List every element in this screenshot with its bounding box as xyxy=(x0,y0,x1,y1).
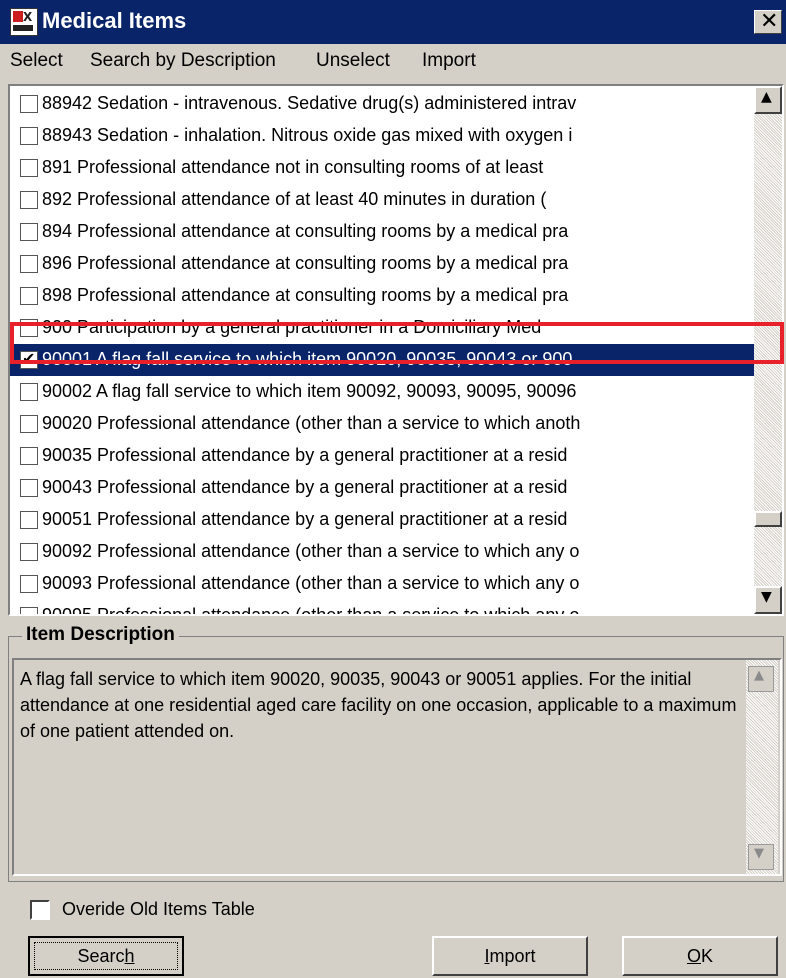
menu-select[interactable]: Select xyxy=(10,50,63,72)
item-checkbox[interactable] xyxy=(20,543,38,561)
description-scrollbar[interactable]: ▲ ▼ xyxy=(746,660,778,874)
import-button-label: Import xyxy=(484,946,536,966)
item-label: 90002 A flag fall service to which item … xyxy=(42,381,577,401)
list-item[interactable]: 90035 Professional attendance by a gener… xyxy=(10,440,754,472)
item-label: 90043 Professional attendance by a gener… xyxy=(42,477,568,497)
ok-button-label: OK xyxy=(686,946,714,966)
close-button[interactable]: ✕ xyxy=(754,9,782,34)
description-scroll-down-button[interactable]: ▼ xyxy=(748,844,774,870)
list-item[interactable]: 90020 Professional attendance (other tha… xyxy=(10,408,754,440)
item-label: 90095 Professional attendance (other tha… xyxy=(42,605,579,614)
app-logo-icon: X xyxy=(10,8,38,36)
scroll-thumb[interactable] xyxy=(754,511,782,527)
item-label: 88942 Sedation - intravenous. Sedative d… xyxy=(42,93,577,113)
item-description-text: A flag fall service to which item 90020,… xyxy=(20,669,737,741)
item-label: 90092 Professional attendance (other tha… xyxy=(42,541,580,561)
selection-highlight-outline xyxy=(10,322,784,364)
item-label: 892 Professional attendance of at least … xyxy=(42,189,547,209)
item-label: 891 Professional attendance not in consu… xyxy=(42,157,544,177)
list-item[interactable]: 90092 Professional attendance (other tha… xyxy=(10,536,754,568)
list-item[interactable]: 90043 Professional attendance by a gener… xyxy=(10,472,754,504)
list-item[interactable]: 892 Professional attendance of at least … xyxy=(10,184,754,216)
item-checkbox[interactable] xyxy=(20,479,38,497)
arrow-up-icon: ▲ xyxy=(754,668,764,683)
item-checkbox[interactable] xyxy=(20,383,38,401)
list-item[interactable]: 896 Professional attendance at consultin… xyxy=(10,248,754,280)
item-checkbox[interactable] xyxy=(20,575,38,593)
medical-items-window: X Medical Items ✕ Select Search by Descr… xyxy=(0,0,786,978)
list-item[interactable]: 90095 Professional attendance (other tha… xyxy=(10,600,754,614)
ok-button[interactable]: OK xyxy=(622,936,778,976)
window-title: Medical Items xyxy=(42,8,187,33)
override-label: Overide Old Items Table xyxy=(62,899,255,919)
item-checkbox[interactable] xyxy=(20,511,38,529)
list-item[interactable]: 88942 Sedation - intravenous. Sedative d… xyxy=(10,88,754,120)
arrow-up-icon: ▲ xyxy=(761,89,772,105)
close-icon: ✕ xyxy=(760,9,779,34)
list-item[interactable]: 894 Professional attendance at consultin… xyxy=(10,216,754,248)
list-item[interactable]: 90093 Professional attendance (other tha… xyxy=(10,568,754,600)
item-label: 898 Professional attendance at consultin… xyxy=(42,285,569,305)
item-label: 90020 Professional attendance (other tha… xyxy=(42,413,581,433)
override-old-items-checkbox[interactable]: Overide Old Items Table xyxy=(30,898,330,924)
list-item[interactable]: 891 Professional attendance not in consu… xyxy=(10,152,754,184)
list-item[interactable]: 90002 A flag fall service to which item … xyxy=(10,376,754,408)
item-checkbox[interactable] xyxy=(20,191,38,209)
item-checkbox[interactable] xyxy=(20,127,38,145)
item-checkbox[interactable] xyxy=(20,95,38,113)
arrow-down-icon: ▼ xyxy=(761,589,772,605)
item-checkbox[interactable] xyxy=(20,415,38,433)
item-checkbox[interactable] xyxy=(20,255,38,273)
item-label: 90035 Professional attendance by a gener… xyxy=(42,445,568,465)
menu-unselect[interactable]: Unselect xyxy=(316,50,390,72)
item-label: 90093 Professional attendance (other tha… xyxy=(42,573,580,593)
description-scroll-up-button[interactable]: ▲ xyxy=(748,666,774,692)
import-button[interactable]: Import xyxy=(432,936,588,976)
menu-import[interactable]: Import xyxy=(422,50,476,72)
list-item[interactable]: 88943 Sedation - inhalation. Nitrous oxi… xyxy=(10,120,754,152)
item-checkbox[interactable] xyxy=(20,447,38,465)
item-checkbox[interactable] xyxy=(20,287,38,305)
scroll-up-button[interactable]: ▲ xyxy=(754,86,782,114)
focus-rectangle xyxy=(34,942,178,970)
item-label: 896 Professional attendance at consultin… xyxy=(42,253,569,273)
item-checkbox[interactable] xyxy=(20,223,38,241)
list-item[interactable]: 898 Professional attendance at consultin… xyxy=(10,280,754,312)
menu-search-by-description[interactable]: Search by Description xyxy=(90,50,276,72)
item-checkbox[interactable] xyxy=(20,159,38,177)
menu-bar: Select Search by Description Unselect Im… xyxy=(0,44,786,80)
item-checkbox[interactable] xyxy=(20,607,38,614)
item-description-text-area[interactable]: A flag fall service to which item 90020,… xyxy=(12,658,782,876)
item-label: 894 Professional attendance at consultin… xyxy=(42,221,569,241)
item-label: 90051 Professional attendance by a gener… xyxy=(42,509,568,529)
scroll-down-button[interactable]: ▼ xyxy=(754,586,782,614)
item-label: 88943 Sedation - inhalation. Nitrous oxi… xyxy=(42,125,573,145)
search-button[interactable]: Search xyxy=(28,936,184,976)
list-item[interactable]: 90051 Professional attendance by a gener… xyxy=(10,504,754,536)
override-checkbox-box[interactable] xyxy=(30,900,50,920)
arrow-down-icon: ▼ xyxy=(754,846,764,861)
item-description-title: Item Description xyxy=(22,624,179,646)
title-bar[interactable]: X Medical Items ✕ xyxy=(0,0,786,44)
